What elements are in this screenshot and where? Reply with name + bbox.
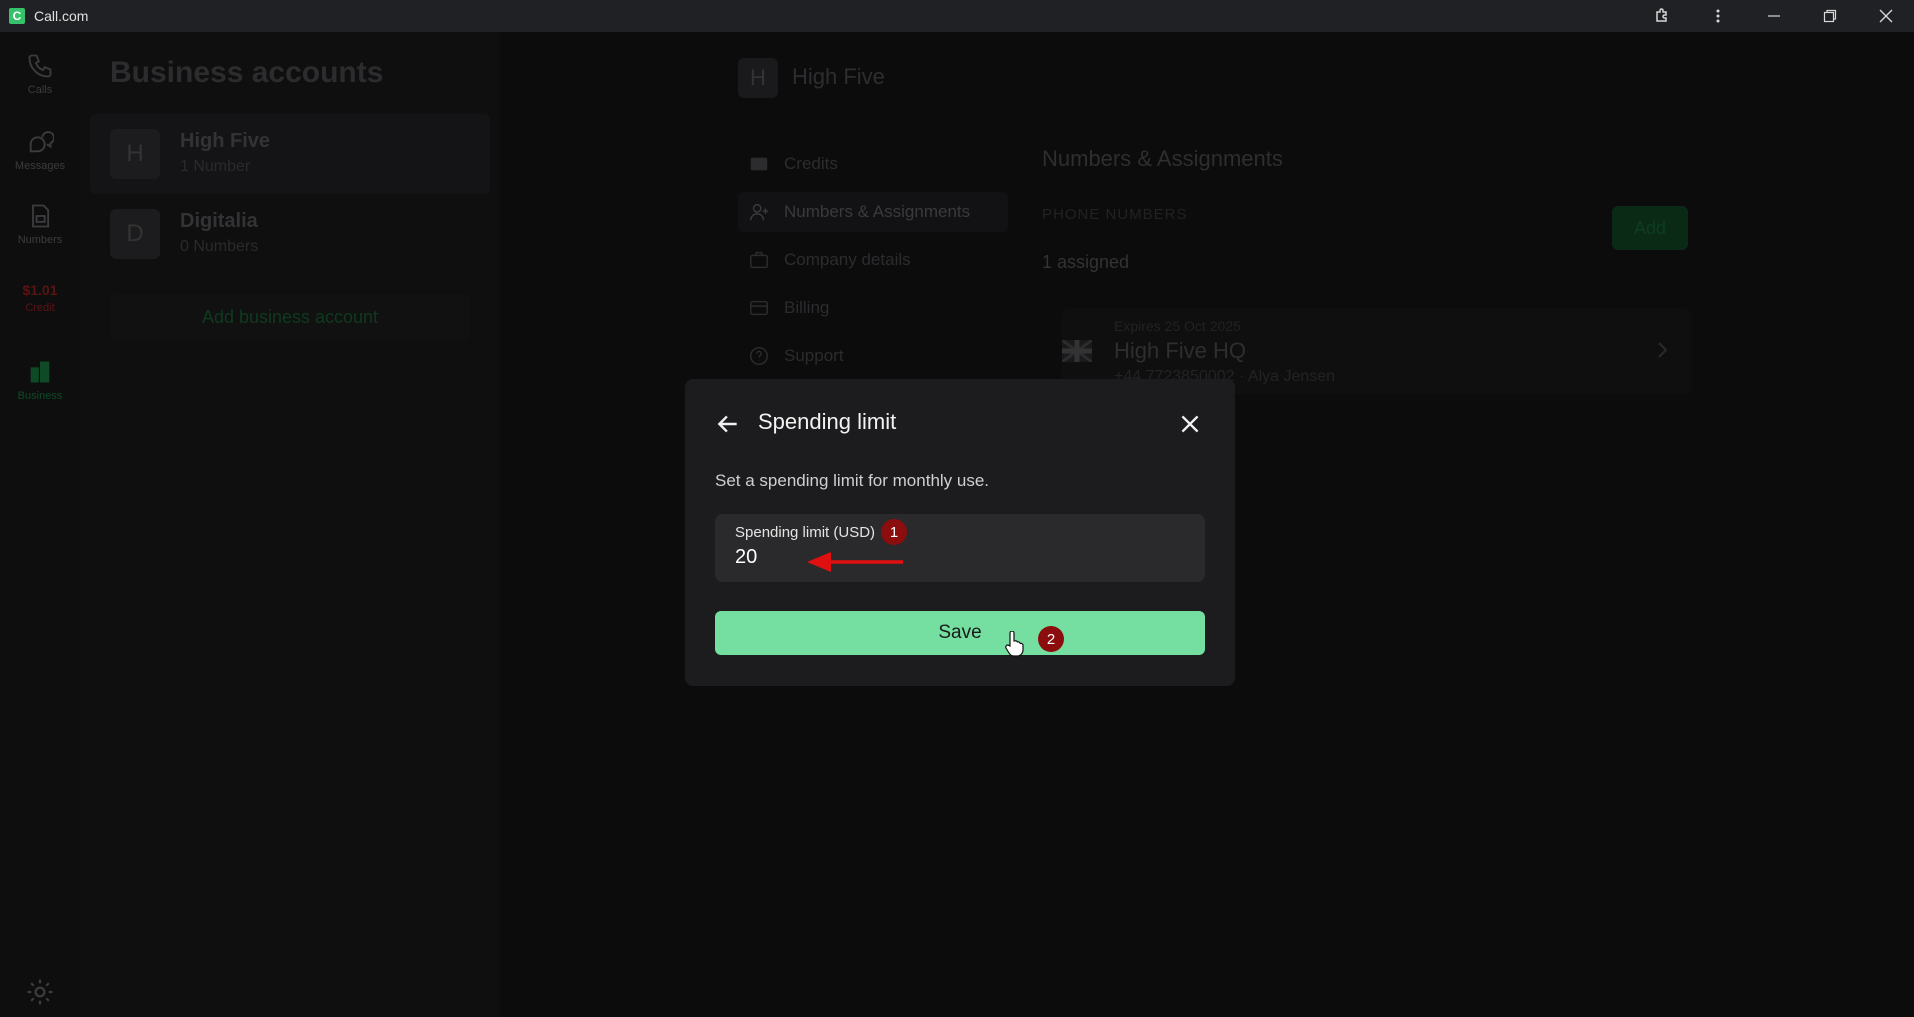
rail-item-business[interactable]: Business [0, 358, 80, 402]
rail-label: Business [17, 390, 63, 402]
save-button[interactable]: Save [715, 611, 1205, 655]
extensions-icon[interactable] [1634, 0, 1690, 32]
menu-label: Support [784, 346, 844, 365]
account-number-count: 0 Numbers [180, 238, 259, 255]
dialog-title: Spending limit [758, 409, 897, 434]
menu-label: Billing [784, 298, 830, 317]
credit-amount: $1.01 [22, 282, 58, 298]
field-label: Spending limit (USD) [735, 524, 876, 541]
menu-label: Numbers & Assignments [784, 202, 971, 221]
briefcase-icon [750, 251, 768, 269]
avatar: H [110, 129, 160, 179]
title-bar: C Call.com [0, 0, 1914, 32]
dialog-description: Set a spending limit for monthly use. [715, 471, 990, 490]
rail-label: Calls [27, 84, 53, 96]
menu-item-credits[interactable]: Credits [738, 144, 1008, 184]
annotation-arrow-icon [807, 552, 903, 572]
add-number-button[interactable]: Add [1612, 206, 1688, 250]
menu-label: Credits [784, 154, 838, 173]
uk-flag-icon [1062, 340, 1092, 362]
building-icon [30, 361, 50, 383]
rail-label: Numbers [17, 234, 63, 246]
annotation-badge-1: 1 [881, 519, 907, 545]
business-accounts-panel: Business accounts H High Five 1 Number D… [80, 32, 501, 1017]
rail-label: Credit [25, 302, 55, 314]
spending-limit-input[interactable]: Spending limit (USD) 20 [715, 514, 1205, 582]
minimize-icon[interactable] [1746, 0, 1802, 32]
phone-icon [28, 54, 52, 78]
rail-item-calls[interactable]: Calls [0, 52, 80, 96]
field-value: 20 [735, 546, 758, 568]
hand-cursor-icon [1005, 631, 1024, 657]
number-name: High Five HQ [1114, 338, 1247, 363]
rail-label: Messages [14, 160, 66, 172]
close-window-icon[interactable] [1858, 0, 1914, 32]
account-item[interactable]: D Digitalia 0 Numbers [90, 194, 490, 274]
page-title: Business accounts [110, 56, 384, 89]
rail-item-messages[interactable]: Messages [0, 128, 80, 172]
menu-item-numbers-assignments[interactable]: Numbers & Assignments [738, 192, 1008, 232]
restore-icon[interactable] [1802, 0, 1858, 32]
account-number-count: 1 Number [180, 158, 251, 175]
side-rail: Calls Messages Numbers $1.01 Credit Busi… [0, 32, 81, 1017]
window-title: Call.com [34, 8, 89, 24]
spending-limit-dialog: Spending limit Set a spending limit for … [685, 379, 1235, 686]
credit-card-icon [750, 157, 768, 171]
settings-gear-icon[interactable] [25, 977, 55, 1007]
app-logo-icon: C [9, 8, 25, 24]
sim-card-icon [32, 204, 50, 228]
business-name: High Five [792, 64, 885, 89]
section-label: PHONE NUMBERS [1042, 206, 1188, 223]
more-vertical-icon[interactable] [1690, 0, 1746, 32]
help-circle-icon [750, 347, 768, 365]
rail-item-numbers[interactable]: Numbers [0, 202, 80, 246]
menu-item-company-details[interactable]: Company details [738, 240, 1008, 280]
avatar: H [738, 58, 778, 98]
rail-item-credit[interactable]: $1.01 Credit [0, 282, 80, 314]
menu-item-billing[interactable]: Billing [738, 288, 1008, 328]
billing-card-icon [750, 300, 768, 316]
chat-bubbles-icon [29, 131, 54, 153]
account-name: High Five [180, 130, 271, 152]
assigned-count: 1 assigned [1042, 252, 1130, 272]
menu-item-support[interactable]: Support [738, 336, 1008, 376]
account-name: Digitalia [180, 210, 258, 232]
annotation-badge-2: 2 [1038, 626, 1064, 652]
back-arrow-icon[interactable] [715, 411, 741, 437]
account-item[interactable]: H High Five 1 Number [90, 114, 490, 194]
menu-label: Company details [784, 250, 911, 269]
user-add-icon [750, 203, 769, 221]
close-icon[interactable] [1177, 411, 1203, 437]
number-expiry: Expires 25 Oct 2025 [1114, 318, 1241, 334]
add-business-account-button[interactable]: Add business account [110, 294, 470, 340]
chevron-right-icon [1658, 342, 1668, 358]
section-title: Numbers & Assignments [1042, 146, 1283, 171]
avatar: D [110, 209, 160, 259]
